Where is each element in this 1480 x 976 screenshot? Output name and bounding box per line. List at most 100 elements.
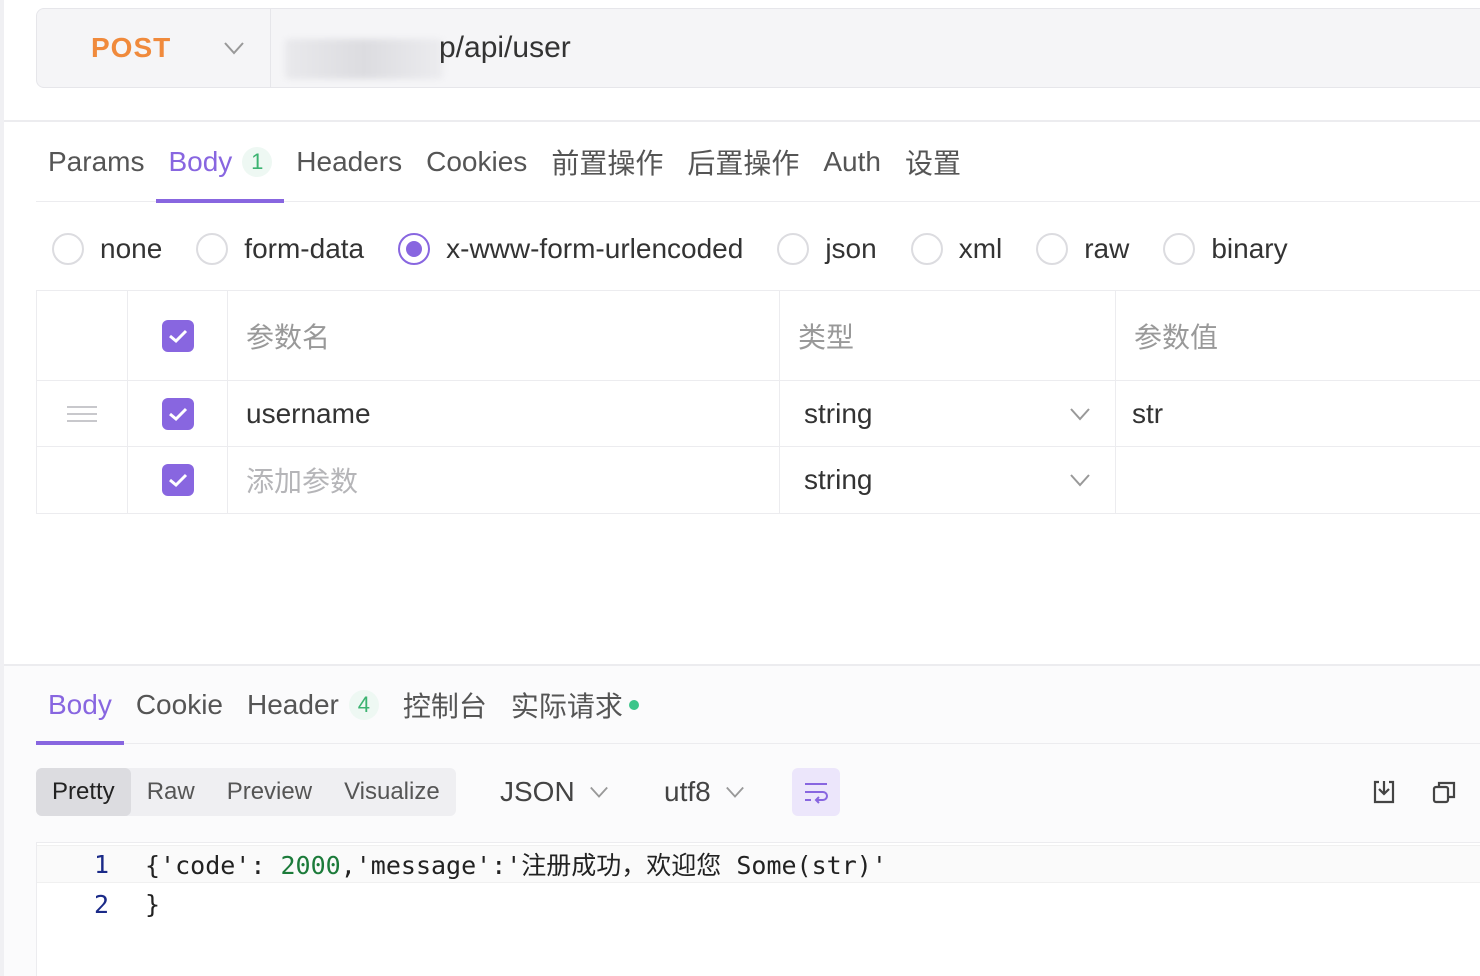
url-bar: POST p/api/user (36, 8, 1480, 88)
view-preview-button[interactable]: Preview (211, 768, 328, 816)
tab-body[interactable]: Body 1 (156, 122, 285, 203)
encoding-value: utf8 (664, 776, 711, 807)
header-label: 参数值 (1134, 321, 1219, 353)
select-all-checkbox[interactable] (161, 319, 194, 352)
radio-circle[interactable] (1163, 233, 1196, 265)
row-checkbox[interactable] (161, 464, 194, 496)
resp-tab-console[interactable]: 控制台 (391, 666, 499, 744)
drag-handle-cell (37, 381, 128, 446)
tab-auth[interactable]: Auth (811, 122, 893, 202)
chevron-down-icon (589, 786, 608, 798)
tab-cookies[interactable]: Cookies (414, 122, 539, 202)
resp-tab-body[interactable]: Body (36, 666, 124, 745)
method-label: POST (91, 32, 172, 63)
tab-label: 设置 (904, 147, 961, 179)
radio-label: binary (1211, 233, 1288, 264)
radio-none[interactable]: none (52, 233, 162, 265)
radio-label: json (825, 233, 877, 264)
resp-tab-actual-request[interactable]: 实际请求 (499, 666, 651, 744)
url-input[interactable]: p/api/user (271, 9, 571, 87)
radio-raw[interactable]: raw (1036, 233, 1129, 265)
drag-handle-icon[interactable] (67, 401, 97, 427)
param-name-input[interactable]: username (228, 381, 780, 446)
response-tabs: Body Cookie Header 4 控制台 实际请求 (36, 666, 1480, 745)
radio-label: x-www-form-urlencoded (446, 233, 744, 264)
tab-settings[interactable]: 设置 (893, 122, 973, 202)
table-header-row: 参数名 类型 参数值 (37, 291, 1480, 381)
body-type-group: none form-data x-www-form-urlencoded jso… (52, 228, 1322, 270)
code-number-token: 2000 (280, 851, 341, 880)
radio-x-www-form-urlencoded[interactable]: x-www-form-urlencoded (398, 233, 743, 265)
param-value-value: str (1132, 397, 1164, 429)
param-value-input[interactable] (1116, 447, 1480, 513)
copy-response-button[interactable] (1428, 776, 1460, 808)
code-text: {'code': 2000,'message':'注册成功，欢迎您 Some(s… (145, 846, 887, 882)
row-check-cell (128, 447, 228, 513)
view-raw-button[interactable]: Raw (131, 768, 211, 816)
header-label: 参数名 (246, 321, 331, 353)
encoding-select[interactable]: utf8 (664, 768, 745, 816)
param-type-value: string (804, 464, 873, 495)
chevron-down-icon (1070, 474, 1090, 487)
radio-circle[interactable] (1036, 233, 1069, 265)
line-number: 1 (93, 849, 109, 879)
word-wrap-button[interactable] (792, 768, 840, 816)
drag-handle-cell (37, 447, 128, 513)
row-checkbox[interactable] (161, 397, 194, 430)
status-dot (628, 699, 639, 710)
header-label: 类型 (798, 321, 855, 353)
radio-circle-checked[interactable] (398, 233, 431, 265)
tab-label: Auth (823, 145, 881, 177)
resp-tab-header[interactable]: Header 4 (235, 666, 391, 744)
param-type-value: string (804, 397, 873, 429)
radio-form-data[interactable]: form-data (196, 233, 364, 265)
tab-label: 后置操作 (687, 147, 800, 179)
tab-pre-script[interactable]: 前置操作 (539, 122, 675, 202)
radio-label: form-data (244, 233, 365, 264)
code-text: } (145, 889, 161, 919)
wrap-icon (805, 783, 828, 804)
view-pretty-button[interactable]: Pretty (36, 768, 131, 816)
format-select[interactable]: JSON (500, 768, 609, 816)
count-badge: 1 (242, 146, 273, 177)
radio-circle[interactable] (196, 233, 229, 265)
add-param-input[interactable]: 添加参数 (228, 447, 780, 513)
method-select[interactable]: POST (37, 9, 271, 87)
param-type-select[interactable]: string (780, 447, 1116, 513)
tab-params[interactable]: Params (36, 122, 156, 202)
line-number: 2 (93, 889, 109, 919)
code-token: ,'message':'注册成功，欢迎您 Some(str)' (340, 851, 887, 880)
request-tabs: Params Body 1 Headers Cookies 前置操作 后置操作 A… (36, 122, 1480, 203)
radio-circle[interactable] (910, 233, 943, 265)
resp-tab-cookie[interactable]: Cookie (124, 666, 235, 744)
row-check-cell (128, 381, 228, 446)
radio-label: xml (958, 233, 1003, 264)
check-icon (168, 329, 187, 343)
check-icon (168, 407, 187, 421)
param-value-input[interactable]: str (1116, 381, 1480, 446)
download-icon (1373, 780, 1395, 804)
code-token: {'code': (145, 851, 281, 880)
radio-binary[interactable]: binary (1163, 233, 1288, 265)
response-code-view: 1 {'code': 2000,'message':'注册成功，欢迎您 Some… (36, 842, 1480, 976)
tab-label: Params (48, 145, 145, 177)
radio-json[interactable]: json (777, 233, 877, 265)
check-icon (168, 473, 187, 488)
chevron-down-icon (224, 42, 244, 55)
param-type-select[interactable]: string (780, 381, 1116, 446)
count-badge: 4 (348, 689, 379, 720)
radio-xml[interactable]: xml (910, 233, 1003, 265)
tab-label: Body (48, 688, 112, 720)
table-row: username string str (37, 381, 1480, 447)
tab-headers[interactable]: Headers (284, 122, 414, 202)
params-table: 参数名 类型 参数值 username string str 添加参数 stri (36, 290, 1480, 514)
radio-circle[interactable] (52, 233, 84, 265)
tab-label: Cookies (426, 145, 528, 177)
tab-label: 控制台 (402, 690, 487, 722)
view-mode-group: Pretty Raw Preview Visualize (36, 768, 456, 816)
view-visualize-button[interactable]: Visualize (328, 768, 456, 816)
chevron-down-icon (1070, 408, 1090, 421)
radio-circle[interactable] (777, 233, 810, 265)
save-response-button[interactable] (1368, 776, 1400, 808)
tab-post-script[interactable]: 后置操作 (675, 122, 811, 202)
